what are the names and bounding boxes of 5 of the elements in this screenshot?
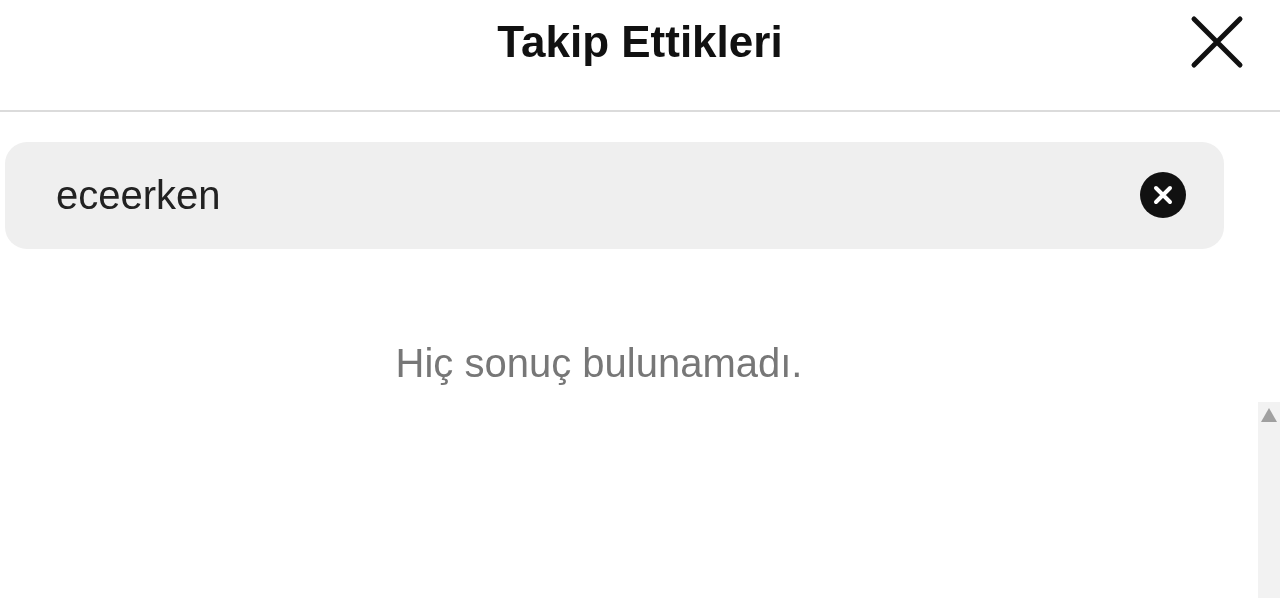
dialog-title: Takip Ettikleri xyxy=(497,17,783,67)
empty-message: Hiç sonuç bulunamadı. xyxy=(395,341,803,386)
clear-icon[interactable] xyxy=(1140,172,1186,218)
close-button[interactable] xyxy=(1190,15,1244,69)
search-field[interactable]: eceerken xyxy=(5,142,1224,249)
